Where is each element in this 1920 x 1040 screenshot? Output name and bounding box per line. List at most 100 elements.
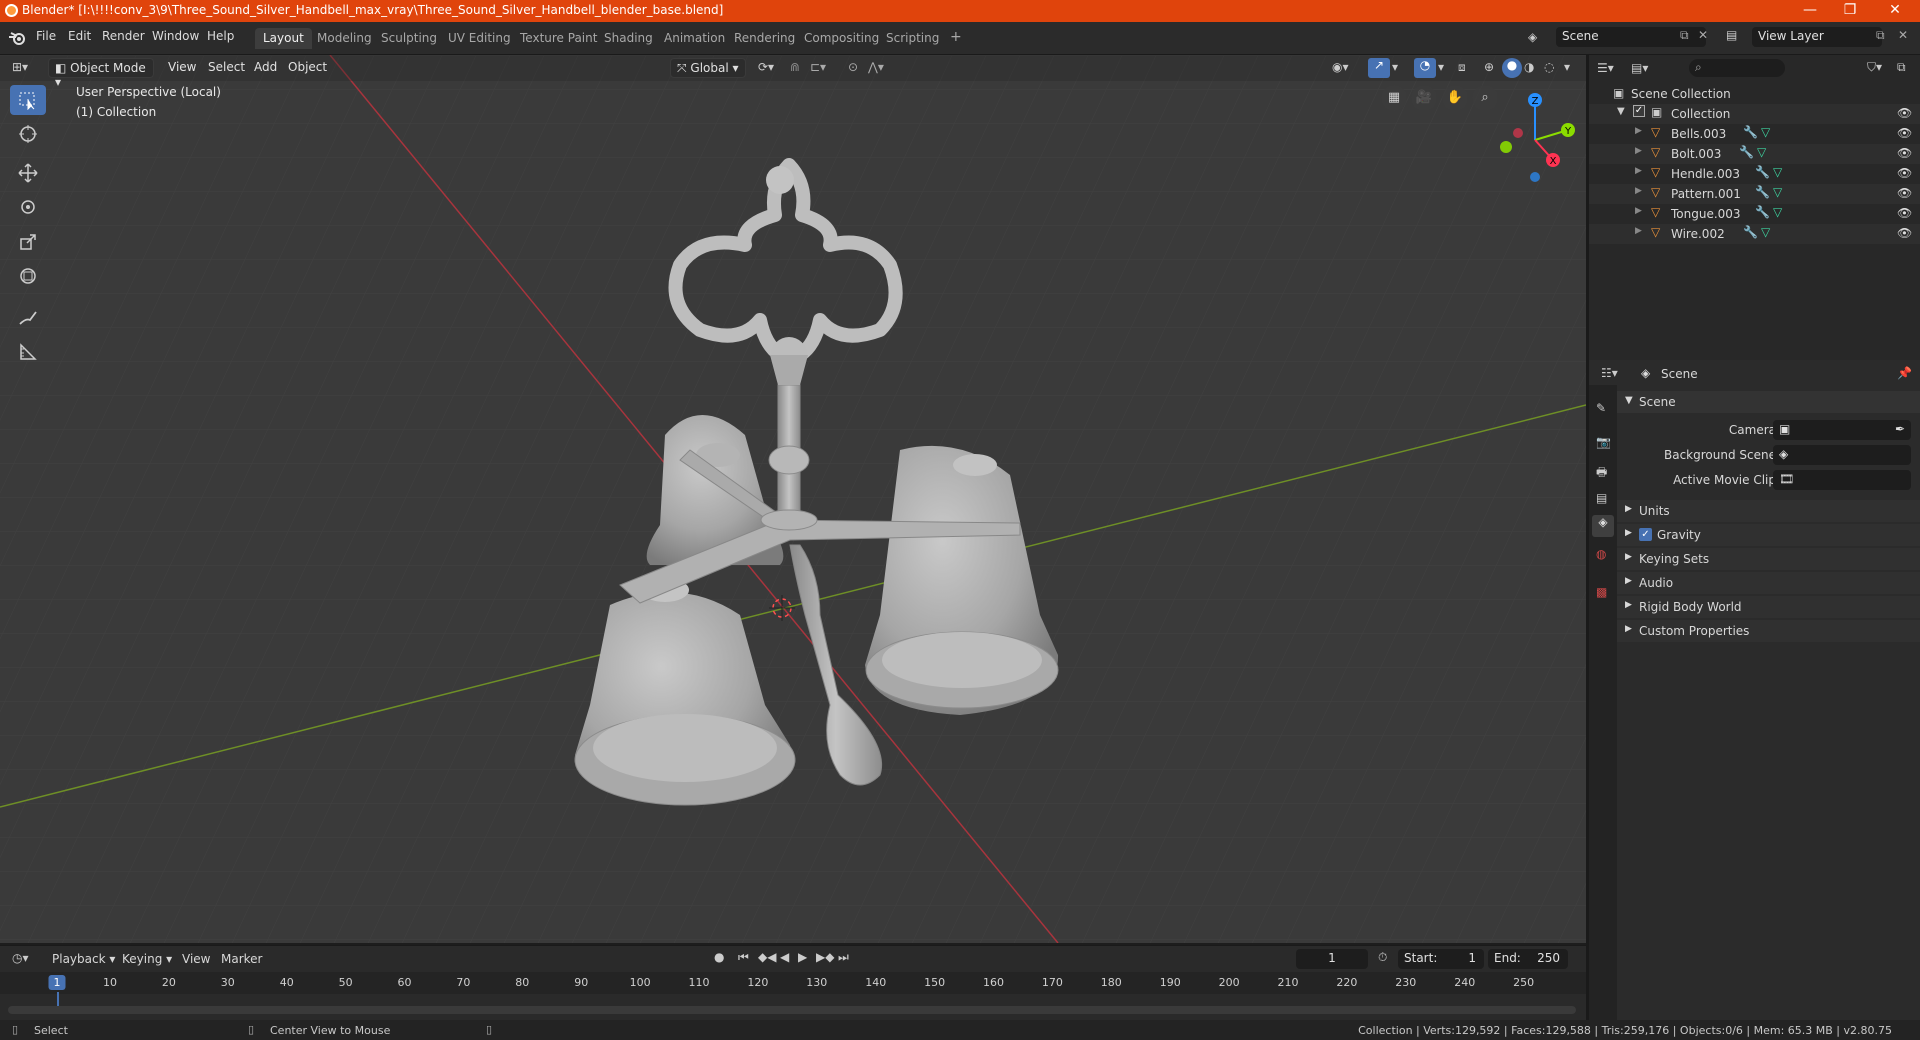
timeline-editor-type-icon[interactable]: ◷▾ [12, 951, 29, 965]
outliner-object-bolt[interactable]: ▶ ▽ Bolt.003 🔧 ▽ 👁 [1589, 144, 1920, 164]
custom-properties-panel-header[interactable]: ▶ Custom Properties [1617, 620, 1920, 642]
editor-type-icon[interactable]: ⊞▾ [12, 60, 28, 74]
gravity-panel-header[interactable]: ▶ ✓ Gravity [1617, 524, 1920, 546]
clock-icon[interactable]: ⏱ [1378, 950, 1387, 965]
play-icon[interactable]: ▶ [798, 950, 807, 964]
scene-tab-icon[interactable]: ◈ [1592, 515, 1614, 537]
rigid-body-world-panel-header[interactable]: ▶ Rigid Body World [1617, 596, 1920, 618]
shading-dropdown-icon[interactable]: ▾ [1564, 60, 1570, 74]
new-collection-icon[interactable]: ⧉ [1897, 60, 1906, 75]
collection-visibility-eye-icon[interactable]: 👁 [1897, 106, 1912, 120]
annotate-tool[interactable] [10, 303, 46, 333]
expand-object-icon[interactable]: ▶ [1635, 206, 1642, 216]
cursor-tool[interactable] [10, 119, 46, 149]
outliner-object-tongue[interactable]: ▶ ▽ Tongue.003 🔧 ▽ 👁 [1589, 204, 1920, 224]
gravity-checkbox[interactable]: ✓ [1639, 528, 1652, 541]
measure-tool[interactable] [10, 337, 46, 367]
proportional-editing-icon[interactable]: ⊙ [848, 60, 858, 74]
tab-sculpting[interactable]: Sculpting [373, 28, 445, 49]
tab-uv-editing[interactable]: UV Editing [440, 28, 519, 49]
mesh-data-icon[interactable]: ▽ [1773, 185, 1782, 199]
object-visibility-eye-icon[interactable]: 👁 [1897, 166, 1912, 180]
world-tab-icon[interactable]: ◍ [1596, 547, 1606, 561]
mesh-data-icon[interactable]: ▽ [1761, 125, 1770, 139]
add-workspace-button[interactable]: + [942, 28, 970, 49]
modifier-wrench-icon[interactable]: 🔧 [1739, 145, 1754, 159]
audio-panel-header[interactable]: ▶ Audio [1617, 572, 1920, 594]
playhead-line[interactable] [57, 992, 59, 1006]
modifier-wrench-icon[interactable]: 🔧 [1743, 225, 1758, 239]
menu-edit[interactable]: Edit [68, 29, 91, 43]
snap-icon[interactable]: ⋒ [790, 60, 800, 74]
start-frame-field[interactable]: Start: 1 [1398, 949, 1484, 969]
outliner-object-pattern[interactable]: ▶ ▽ Pattern.001 🔧 ▽ 👁 [1589, 184, 1920, 204]
rendered-shading-icon[interactable]: ◌ [1544, 60, 1554, 74]
modifier-wrench-icon[interactable]: 🔧 [1755, 165, 1770, 179]
properties-editor-type-icon[interactable]: ☷▾ [1601, 366, 1618, 380]
timeline-scrollbar[interactable] [8, 1006, 1576, 1014]
pivot-point-icon[interactable]: ⟳▾ [758, 60, 774, 74]
keying-sets-panel-header[interactable]: ▶ Keying Sets [1617, 548, 1920, 570]
rotate-tool[interactable] [10, 192, 46, 222]
background-scene-field[interactable]: ◈ [1773, 445, 1911, 465]
toggle-camera-perspective-icon[interactable]: ▦ [1381, 85, 1407, 111]
overlays-toggle-icon[interactable]: ◔ [1414, 58, 1436, 78]
overlays-dropdown-icon[interactable]: ▾ [1438, 60, 1444, 74]
outliner-object-hendle[interactable]: ▶ ▽ Hendle.003 🔧 ▽ 👁 [1589, 164, 1920, 184]
outliner-object-wire[interactable]: ▶ ▽ Wire.002 🔧 ▽ 👁 [1589, 224, 1920, 244]
object-visibility-eye-icon[interactable]: 👁 [1897, 146, 1912, 160]
menu-window[interactable]: Window [152, 29, 199, 43]
view-layer-tab-icon[interactable]: ▤ [1596, 491, 1607, 505]
output-tab-icon[interactable]: 🖶 [1596, 463, 1607, 484]
remove-scene-icon[interactable]: ✕ [1698, 28, 1708, 42]
next-keyframe-icon[interactable]: ▶◆ [816, 950, 834, 964]
tab-modeling[interactable]: Modeling [309, 28, 380, 49]
snap-target-icon[interactable]: ⊏▾ [810, 60, 826, 74]
camera-field[interactable]: ▣ ✒ [1773, 420, 1911, 440]
expand-object-icon[interactable]: ▶ [1635, 186, 1642, 196]
mesh-data-icon[interactable]: ▽ [1761, 225, 1770, 239]
menu-view[interactable]: View [168, 60, 196, 74]
render-tab-icon[interactable]: 📷 [1596, 435, 1611, 449]
minimize-button[interactable]: — [1790, 0, 1830, 22]
menu-keying[interactable]: Keying ▾ [122, 952, 172, 966]
transform-orientation-dropdown[interactable]: ⤧ Global ▾ [670, 58, 746, 78]
tab-scripting[interactable]: Scripting [878, 28, 947, 49]
view-layer-selector[interactable]: View Layer [1752, 27, 1882, 47]
solid-shading-icon[interactable]: ● [1502, 58, 1522, 78]
pan-view-icon[interactable]: ✋ [1442, 85, 1468, 111]
menu-playback[interactable]: Playback ▾ [52, 952, 115, 966]
end-frame-field[interactable]: End: 250 [1488, 949, 1568, 969]
close-button[interactable]: ✕ [1875, 0, 1915, 22]
expand-collection-icon[interactable]: ▼ [1617, 106, 1625, 117]
transform-tool[interactable] [10, 261, 46, 291]
current-frame-field[interactable]: 1 [1296, 949, 1368, 969]
menu-render[interactable]: Render [102, 29, 145, 43]
outliner-editor-type-icon[interactable]: ☰▾ [1597, 61, 1614, 75]
object-visibility-eye-icon[interactable]: 👁 [1897, 186, 1912, 200]
jump-start-icon[interactable]: ⏮ [738, 950, 749, 965]
tab-rendering[interactable]: Rendering [726, 28, 803, 49]
menu-object[interactable]: Object [288, 60, 327, 74]
xray-icon[interactable]: ⧈ [1458, 60, 1466, 75]
expand-object-icon[interactable]: ▶ [1635, 126, 1642, 136]
outliner-object-bells[interactable]: ▶ ▽ Bells.003 🔧 ▽ 👁 [1589, 124, 1920, 144]
active-movie-clip-field[interactable]: 🎞 [1773, 470, 1911, 490]
prev-keyframe-icon[interactable]: ◆◀ [758, 950, 776, 964]
menu-select[interactable]: Select [208, 60, 245, 74]
tab-layout[interactable]: Layout [255, 28, 312, 49]
mesh-data-icon[interactable]: ▽ [1773, 165, 1782, 179]
menu-help[interactable]: Help [207, 29, 234, 43]
modifier-wrench-icon[interactable]: 🔧 [1743, 125, 1758, 139]
new-view-layer-icon[interactable]: ⧉ [1876, 28, 1885, 43]
play-reverse-icon[interactable]: ◀ [780, 950, 789, 964]
tool-tab-icon[interactable]: ✎ [1596, 401, 1606, 415]
navigation-gizmo[interactable]: Z Y X [1490, 85, 1580, 195]
mode-dropdown[interactable]: ◧ Object Mode ▾ [48, 58, 154, 89]
scale-tool[interactable] [10, 227, 46, 257]
maximize-button[interactable]: ❐ [1830, 0, 1870, 22]
remove-view-layer-icon[interactable]: ✕ [1898, 28, 1908, 42]
blender-menu-icon[interactable] [8, 30, 26, 46]
jump-end-icon[interactable]: ⏭ [838, 950, 849, 965]
gizmo-dropdown-icon[interactable]: ▾ [1392, 60, 1398, 74]
